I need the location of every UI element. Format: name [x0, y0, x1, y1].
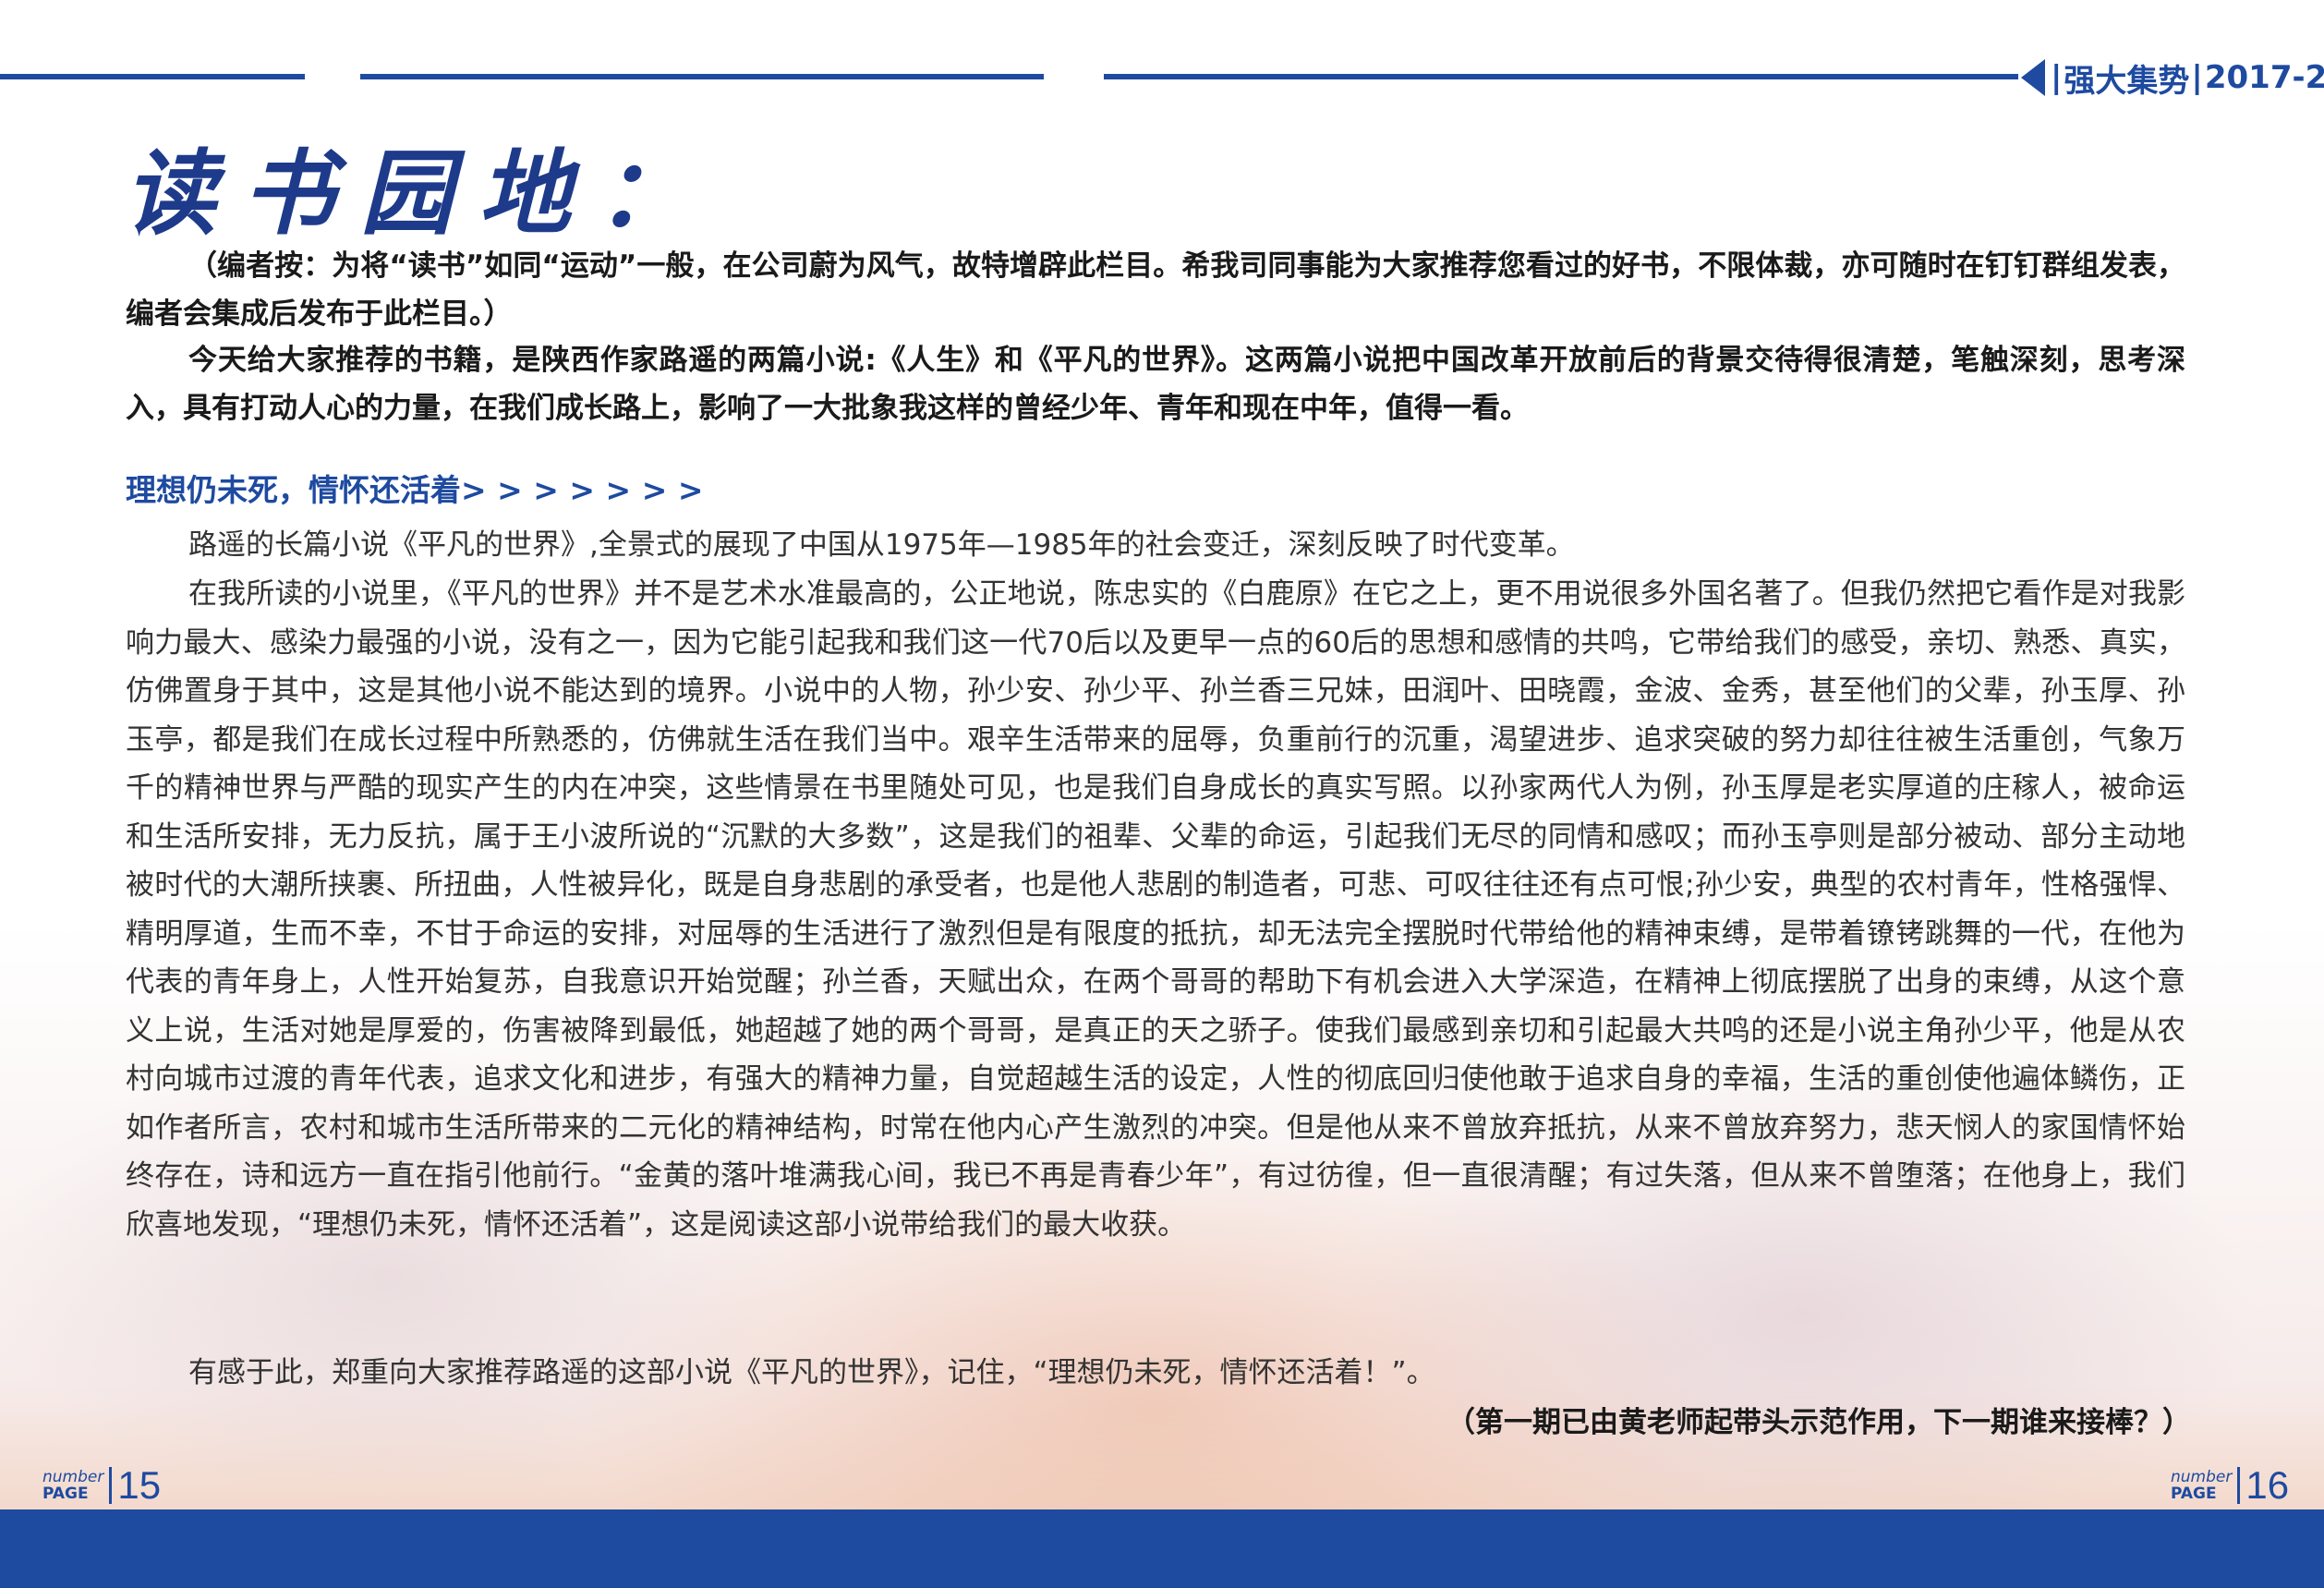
closing-note: （第一期已由黄老师起带头示范作用，下一期谁来接棒？）	[1446, 1406, 2191, 1439]
page-number-divider	[109, 1467, 113, 1504]
page-number-left: number PAGE 15	[42, 1465, 161, 1506]
arrow-left-icon	[2021, 59, 2045, 96]
page-number-right: number PAGE 16	[2171, 1465, 2289, 1506]
header-title: | 强大集势 | 2017-2	[2021, 57, 2324, 100]
recommendation-text: 今天给大家推荐的书籍，是陕西作家路遥的两篇小说:《人生》和《平凡的世界》。这两篇…	[126, 344, 2185, 425]
issue-number: 2017-2	[2204, 59, 2324, 96]
footer-band	[0, 1509, 2324, 1588]
body-paragraph-1: 路遥的长篇小说《平凡的世界》,全景式的展现了中国从1975年—1985年的社会变…	[188, 528, 1575, 562]
magazine-name: 强大集势	[2064, 62, 2190, 100]
header-rule-2	[360, 74, 1044, 79]
page-number-value: 16	[2245, 1463, 2290, 1507]
editor-note: （编者按：为将“读书”如同“运动”一般，在公司蔚为风气，故特增辟此栏目。希我司同…	[126, 249, 2185, 331]
header-rule-3	[1104, 74, 2018, 79]
page-title: 读书园地：	[124, 139, 715, 248]
header-rule-1	[0, 74, 305, 79]
page-label: number PAGE	[42, 1468, 104, 1503]
header-divider: |	[2191, 59, 2203, 96]
body-paragraph-3: 有感于此，郑重向大家推荐路遥的这部小说《平凡的世界》，记住，“理想仍未死，情怀还…	[188, 1356, 1435, 1389]
section-heading: 理想仍未死，情怀还活着> > > > > > >	[126, 472, 704, 508]
page-number-divider	[2237, 1467, 2241, 1504]
header-divider: |	[2051, 59, 2063, 96]
body-paragraph-2: 在我所读的小说里，《平凡的世界》并不是艺术水准最高的，公正地说，陈忠实的《白鹿原…	[126, 577, 2185, 1242]
page-number-value: 15	[117, 1463, 162, 1507]
page-label: number PAGE	[2171, 1468, 2233, 1503]
